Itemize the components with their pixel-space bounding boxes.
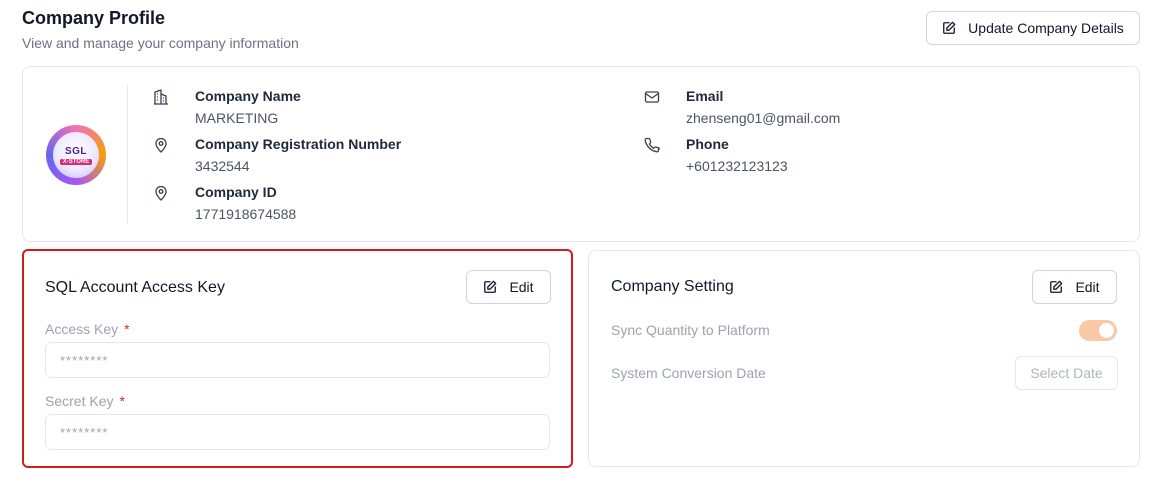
phone-label: Phone — [686, 136, 729, 152]
sync-quantity-label: Sync Quantity to Platform — [611, 322, 770, 338]
company-id-label: Company ID — [195, 184, 277, 200]
access-key-edit-label: Edit — [509, 279, 534, 295]
email-label: Email — [686, 88, 724, 104]
logo-subtext: X-STORE — [59, 158, 93, 165]
conversion-date-label: System Conversion Date — [611, 365, 766, 381]
select-date-button[interactable]: Select Date — [1015, 356, 1118, 390]
page-subtitle: View and manage your company information — [22, 35, 299, 51]
required-marker: * — [119, 393, 125, 409]
required-marker: * — [124, 321, 130, 337]
access-key-edit-button[interactable]: Edit — [466, 270, 551, 304]
sync-quantity-toggle[interactable] — [1079, 320, 1117, 341]
update-company-details-label: Update Company Details — [968, 20, 1124, 36]
toggle-knob — [1099, 323, 1114, 338]
edit-icon — [943, 21, 956, 34]
company-logo: SGL X-STORE — [46, 125, 106, 185]
secret-key-label: Secret Key * — [45, 393, 125, 409]
secret-key-input[interactable] — [45, 414, 550, 450]
secret-key-label-text: Secret Key — [45, 393, 114, 409]
access-key-input[interactable] — [45, 342, 550, 378]
company-name-label: Company Name — [195, 88, 301, 104]
edit-icon — [484, 280, 497, 293]
sql-access-key-card: SQL Account Access Key Edit Access Key * … — [22, 249, 573, 468]
company-name-value: MARKETING — [195, 110, 279, 126]
edit-icon — [1050, 280, 1063, 293]
company-setting-edit-label: Edit — [1075, 279, 1100, 295]
company-id-value: 1771918674588 — [195, 206, 297, 222]
map-pin-icon — [155, 137, 167, 153]
page-title: Company Profile — [22, 8, 166, 28]
company-profile-card: SGL X-STORE Company Name MARKETING Compa… — [22, 66, 1140, 242]
mail-icon — [644, 91, 660, 103]
registration-number-label: Company Registration Number — [195, 136, 402, 152]
sql-access-key-title: SQL Account Access Key — [45, 279, 225, 296]
access-key-label: Access Key * — [45, 321, 130, 337]
building-icon — [154, 89, 168, 105]
company-setting-title: Company Setting — [611, 278, 734, 295]
map-pin-icon — [155, 185, 167, 201]
company-setting-card: Company Setting Edit Sync Quantity to Pl… — [588, 250, 1140, 467]
logo-text: SGL — [64, 145, 88, 157]
update-company-details-button[interactable]: Update Company Details — [926, 11, 1140, 45]
registration-number-value: 3432544 — [195, 158, 250, 174]
email-value: zhenseng01@gmail.com — [686, 110, 841, 126]
profile-divider — [127, 85, 128, 223]
phone-icon — [644, 137, 660, 153]
company-setting-edit-button[interactable]: Edit — [1032, 270, 1117, 304]
access-key-label-text: Access Key — [45, 321, 119, 337]
phone-value: +601232123123 — [686, 158, 788, 174]
